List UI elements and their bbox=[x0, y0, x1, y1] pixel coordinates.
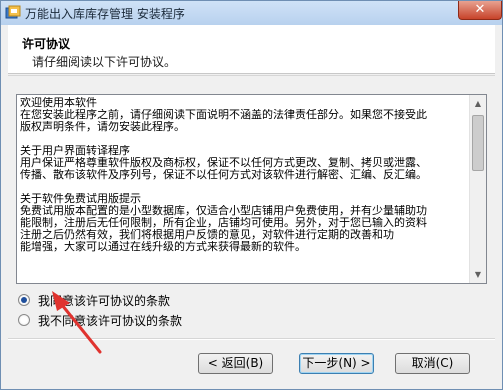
decline-radio[interactable] bbox=[18, 314, 30, 326]
license-line: 关于用户界面转译程序 bbox=[20, 145, 130, 157]
close-icon: ✕ bbox=[474, 2, 486, 17]
installer-app-icon bbox=[5, 5, 21, 19]
license-line: 注册之后仍然有效，我们将根据用户反馈的意见，对软件进行定期的改善和功 bbox=[20, 229, 394, 241]
scroll-down-arrow-icon[interactable]: ▼ bbox=[470, 266, 486, 283]
license-line: 能增强，大家可以通过在线升级的方式来获得最新的软件。 bbox=[20, 241, 306, 253]
title-bar[interactable]: 万能出入库库存管理 安装程序 ✕ bbox=[1, 1, 502, 25]
license-line: 用户保证严格尊重软件版权及商标权，保证不以任何方式更改、复制、拷贝或泄露、 bbox=[20, 157, 427, 169]
license-line: 欢迎使用本软件 bbox=[20, 97, 97, 109]
scroll-up-arrow-icon[interactable]: ▲ bbox=[470, 95, 486, 112]
accept-radio[interactable] bbox=[18, 294, 30, 306]
license-text-box[interactable]: 欢迎使用本软件 在您安装此程序之前，请仔细阅读下面说明不涵盖的法律责任部分。如果… bbox=[16, 94, 487, 284]
accept-option[interactable]: 我同意该许可协议的条款 bbox=[18, 292, 170, 308]
decline-label[interactable]: 我不同意该许可协议的条款 bbox=[38, 312, 182, 329]
license-line: 能限制，注册后无任何限制，所有企业，店铺均可使用。另外，对于您已输入的资料 bbox=[20, 217, 427, 229]
license-scrollbar[interactable]: ▲ ▼ bbox=[469, 95, 486, 283]
window-title: 万能出入库库存管理 安装程序 bbox=[25, 7, 185, 21]
scrollbar-thumb[interactable] bbox=[472, 115, 484, 171]
close-window-button[interactable]: ✕ bbox=[458, 1, 502, 20]
installer-window: 万能出入库库存管理 安装程序 ✕ 许可协议 请仔细阅读以下许可协议。 欢迎使用本… bbox=[0, 0, 503, 390]
license-line: 免费试用版本配置的是小型数据库，仅适合小型店铺用户免费使用，并有少量辅助功 bbox=[20, 205, 427, 217]
license-text: 欢迎使用本软件 在您安装此程序之前，请仔细阅读下面说明不涵盖的法律责任部分。如果… bbox=[20, 97, 468, 265]
decline-option[interactable]: 我不同意该许可协议的条款 bbox=[18, 312, 182, 328]
next-button[interactable]: 下一步(N) > bbox=[299, 353, 374, 374]
license-paragraph: 关于用户界面转译程序 用户保证严格尊重软件版权及商标权，保证不以任何方式更改、复… bbox=[20, 145, 468, 181]
back-button[interactable]: < 返回(B) bbox=[198, 353, 273, 374]
accept-label[interactable]: 我同意该许可协议的条款 bbox=[38, 292, 170, 309]
license-line: 版权声明条件，请勿安装此程序。 bbox=[20, 121, 185, 133]
page-title: 许可协议 bbox=[22, 37, 71, 51]
page-subtitle: 请仔细阅读以下许可协议。 bbox=[32, 55, 177, 69]
header-divider bbox=[8, 75, 495, 76]
license-line: 传播、散布该软件及序列号，保证不以任何方式对该软件进行解密、汇编、反汇编。 bbox=[20, 169, 427, 181]
footer-divider bbox=[8, 338, 495, 340]
page-header: 许可协议 请仔细阅读以下许可协议。 bbox=[8, 25, 495, 74]
license-line: 在您安装此程序之前，请仔细阅读下面说明不涵盖的法律责任部分。如果您不接受此 bbox=[20, 109, 427, 121]
license-paragraph: 关于软件免费试用版提示 免费试用版本配置的是小型数据库，仅适合小型店铺用户免费使… bbox=[20, 193, 468, 253]
cancel-button[interactable]: 取消(C) bbox=[395, 353, 470, 374]
license-line: 关于软件免费试用版提示 bbox=[20, 193, 141, 205]
license-paragraph: 欢迎使用本软件 在您安装此程序之前，请仔细阅读下面说明不涵盖的法律责任部分。如果… bbox=[20, 97, 468, 133]
